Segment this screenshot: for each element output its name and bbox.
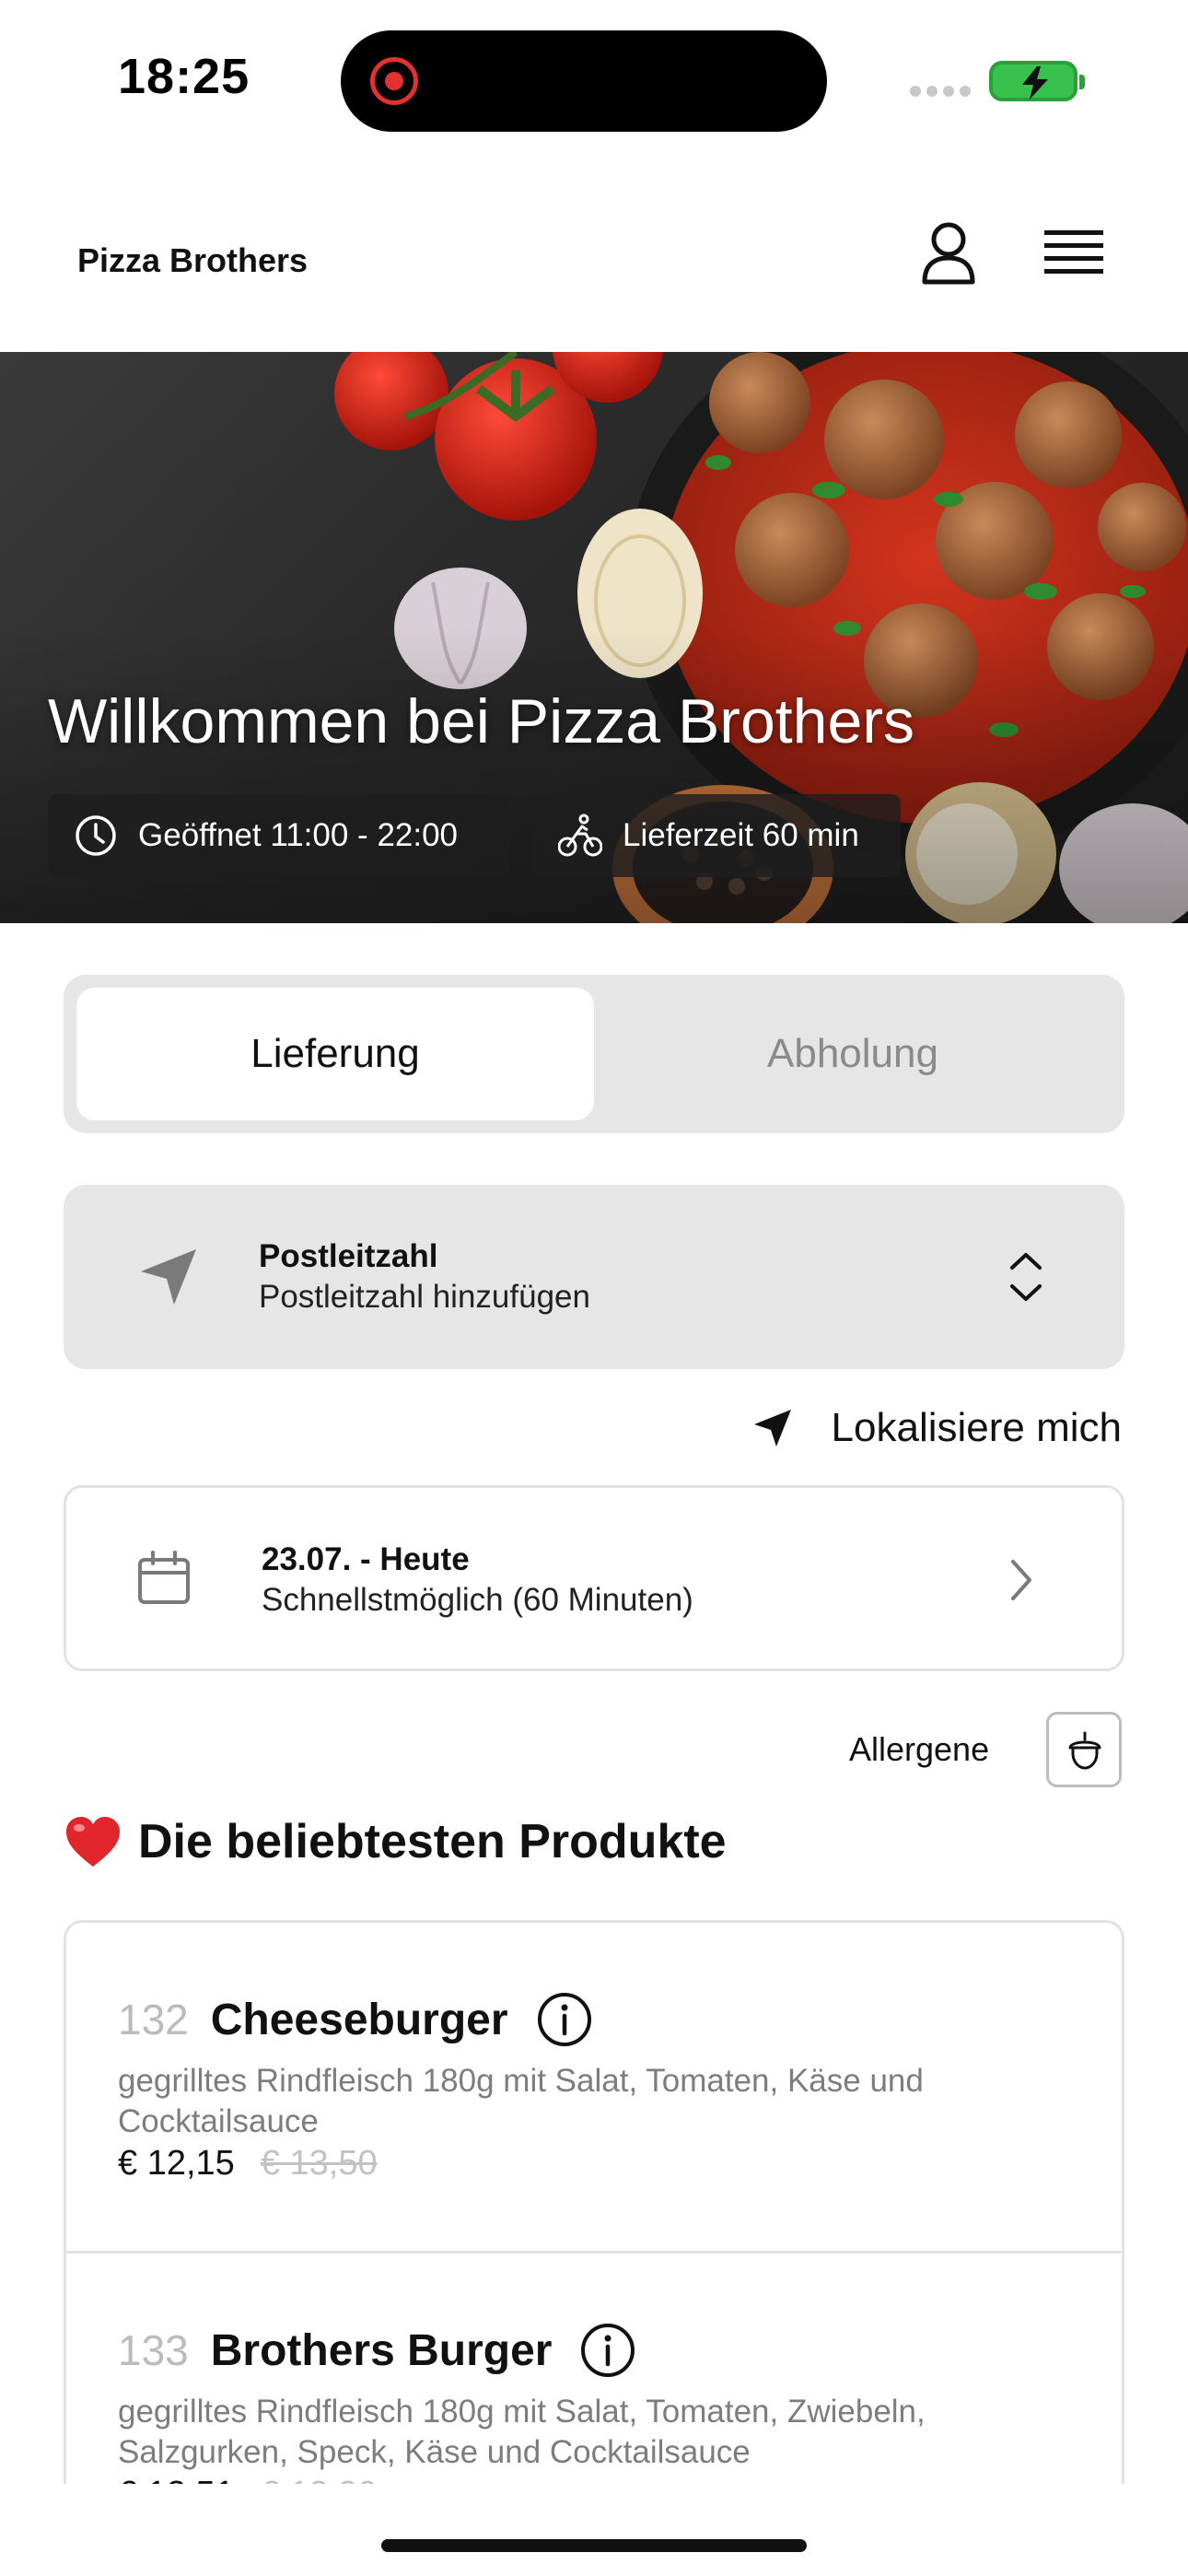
product-description: gegrilltes Rindfleisch 180g mit Salat, T… [118, 2394, 926, 2470]
status-time: 18:25 [118, 49, 250, 104]
postal-code-label: Postleitzahl [259, 1238, 438, 1274]
cellular-signal-icon [910, 86, 973, 99]
product-price: € 12,51 [118, 2475, 235, 2484]
delivery-time-badge: Lieferzeit 60 min [532, 794, 901, 877]
delivery-date-selector[interactable]: 23.07. - Heute Schnellstmöglich (60 Minu… [64, 1485, 1124, 1671]
order-mode-toggle: Lieferung Abholung [64, 975, 1124, 1133]
product-old-price: € 13,90 [261, 2475, 378, 2484]
product-price-row: € 12,15 € 13,50 [118, 2144, 378, 2184]
delivery-time-text: Lieferzeit 60 min [623, 817, 859, 853]
calendar-icon [138, 1551, 190, 1604]
menu-button[interactable] [1037, 217, 1111, 291]
product-old-price: € 13,50 [260, 2144, 378, 2183]
locate-me-label: Lokalisiere mich [831, 1405, 1122, 1450]
profile-button[interactable] [912, 217, 985, 291]
postal-code-selector[interactable]: Postleitzahl Postleitzahl hinzufügen [64, 1185, 1124, 1369]
product-price: € 12,15 [118, 2144, 235, 2183]
tab-delivery[interactable]: Lieferung [76, 988, 594, 1120]
product-number: 132 [118, 1996, 189, 2043]
clock-icon [76, 815, 116, 856]
delivery-date-title: 23.07. - Heute [262, 1541, 470, 1577]
delivery-date-subtitle: Schnellstmöglich (60 Minuten) [262, 1582, 693, 1618]
chevron-right-icon [1011, 1560, 1031, 1600]
heart-icon [66, 1817, 120, 1867]
user-icon [922, 222, 975, 285]
hero-title: Willkommen bei Pizza Brothers [48, 686, 914, 756]
info-icon[interactable] [579, 2322, 636, 2379]
chevron-up-down-icon [1010, 1253, 1042, 1301]
brand-name[interactable]: Pizza Brothers [77, 241, 308, 280]
product-price-row: € 12,51 € 13,90 [118, 2475, 378, 2484]
home-indicator[interactable] [381, 2539, 807, 2552]
product-card[interactable]: 133 Brothers Burger gegrilltes Rindfleis… [66, 2251, 1122, 2484]
opening-hours-text: Geöffnet 11:00 - 22:00 [138, 817, 459, 853]
product-name: Cheeseburger [210, 1995, 508, 2044]
location-arrow-icon [141, 1249, 196, 1305]
hamburger-menu-icon [1044, 230, 1103, 274]
product-number: 133 [118, 2326, 189, 2374]
product-name: Brothers Burger [210, 2325, 553, 2375]
product-card[interactable]: 132 Cheeseburger gegrilltes Rindfleisch … [66, 1923, 1122, 2251]
tab-pickup[interactable]: Abholung [594, 988, 1112, 1120]
navigation-arrow-icon [753, 1410, 791, 1446]
app-header: Pizza Brothers [0, 157, 1188, 352]
product-header: 133 Brothers Burger [118, 2322, 636, 2379]
popular-products-heading: Die beliebtesten Produkte [64, 1809, 727, 1874]
locate-me-button[interactable]: Lokalisiere mich [751, 1399, 1122, 1458]
dynamic-island [341, 30, 827, 132]
hero-banner: Willkommen bei Pizza Brothers Geöffnet 1… [0, 352, 1188, 923]
product-header: 132 Cheeseburger [118, 1991, 593, 2048]
recording-indicator-icon [370, 57, 418, 105]
acorn-icon [1068, 1731, 1101, 1770]
allergens-label: Allergene [849, 1730, 990, 1768]
postal-code-placeholder: Postleitzahl hinzufügen [259, 1279, 590, 1315]
info-icon[interactable] [536, 1991, 593, 2048]
status-bar: 18:25 [0, 0, 1188, 157]
bicycle-courier-icon [558, 814, 602, 857]
product-list: 132 Cheeseburger gegrilltes Rindfleisch … [64, 1920, 1124, 2484]
allergens-button[interactable] [1046, 1712, 1122, 1787]
battery-charging-icon [989, 61, 1085, 101]
opening-hours-badge: Geöffnet 11:00 - 22:00 [48, 794, 510, 877]
product-description: gegrilltes Rindfleisch 180g mit Salat, T… [118, 2063, 924, 2139]
popular-products-title: Die beliebtesten Produkte [138, 1815, 727, 1868]
